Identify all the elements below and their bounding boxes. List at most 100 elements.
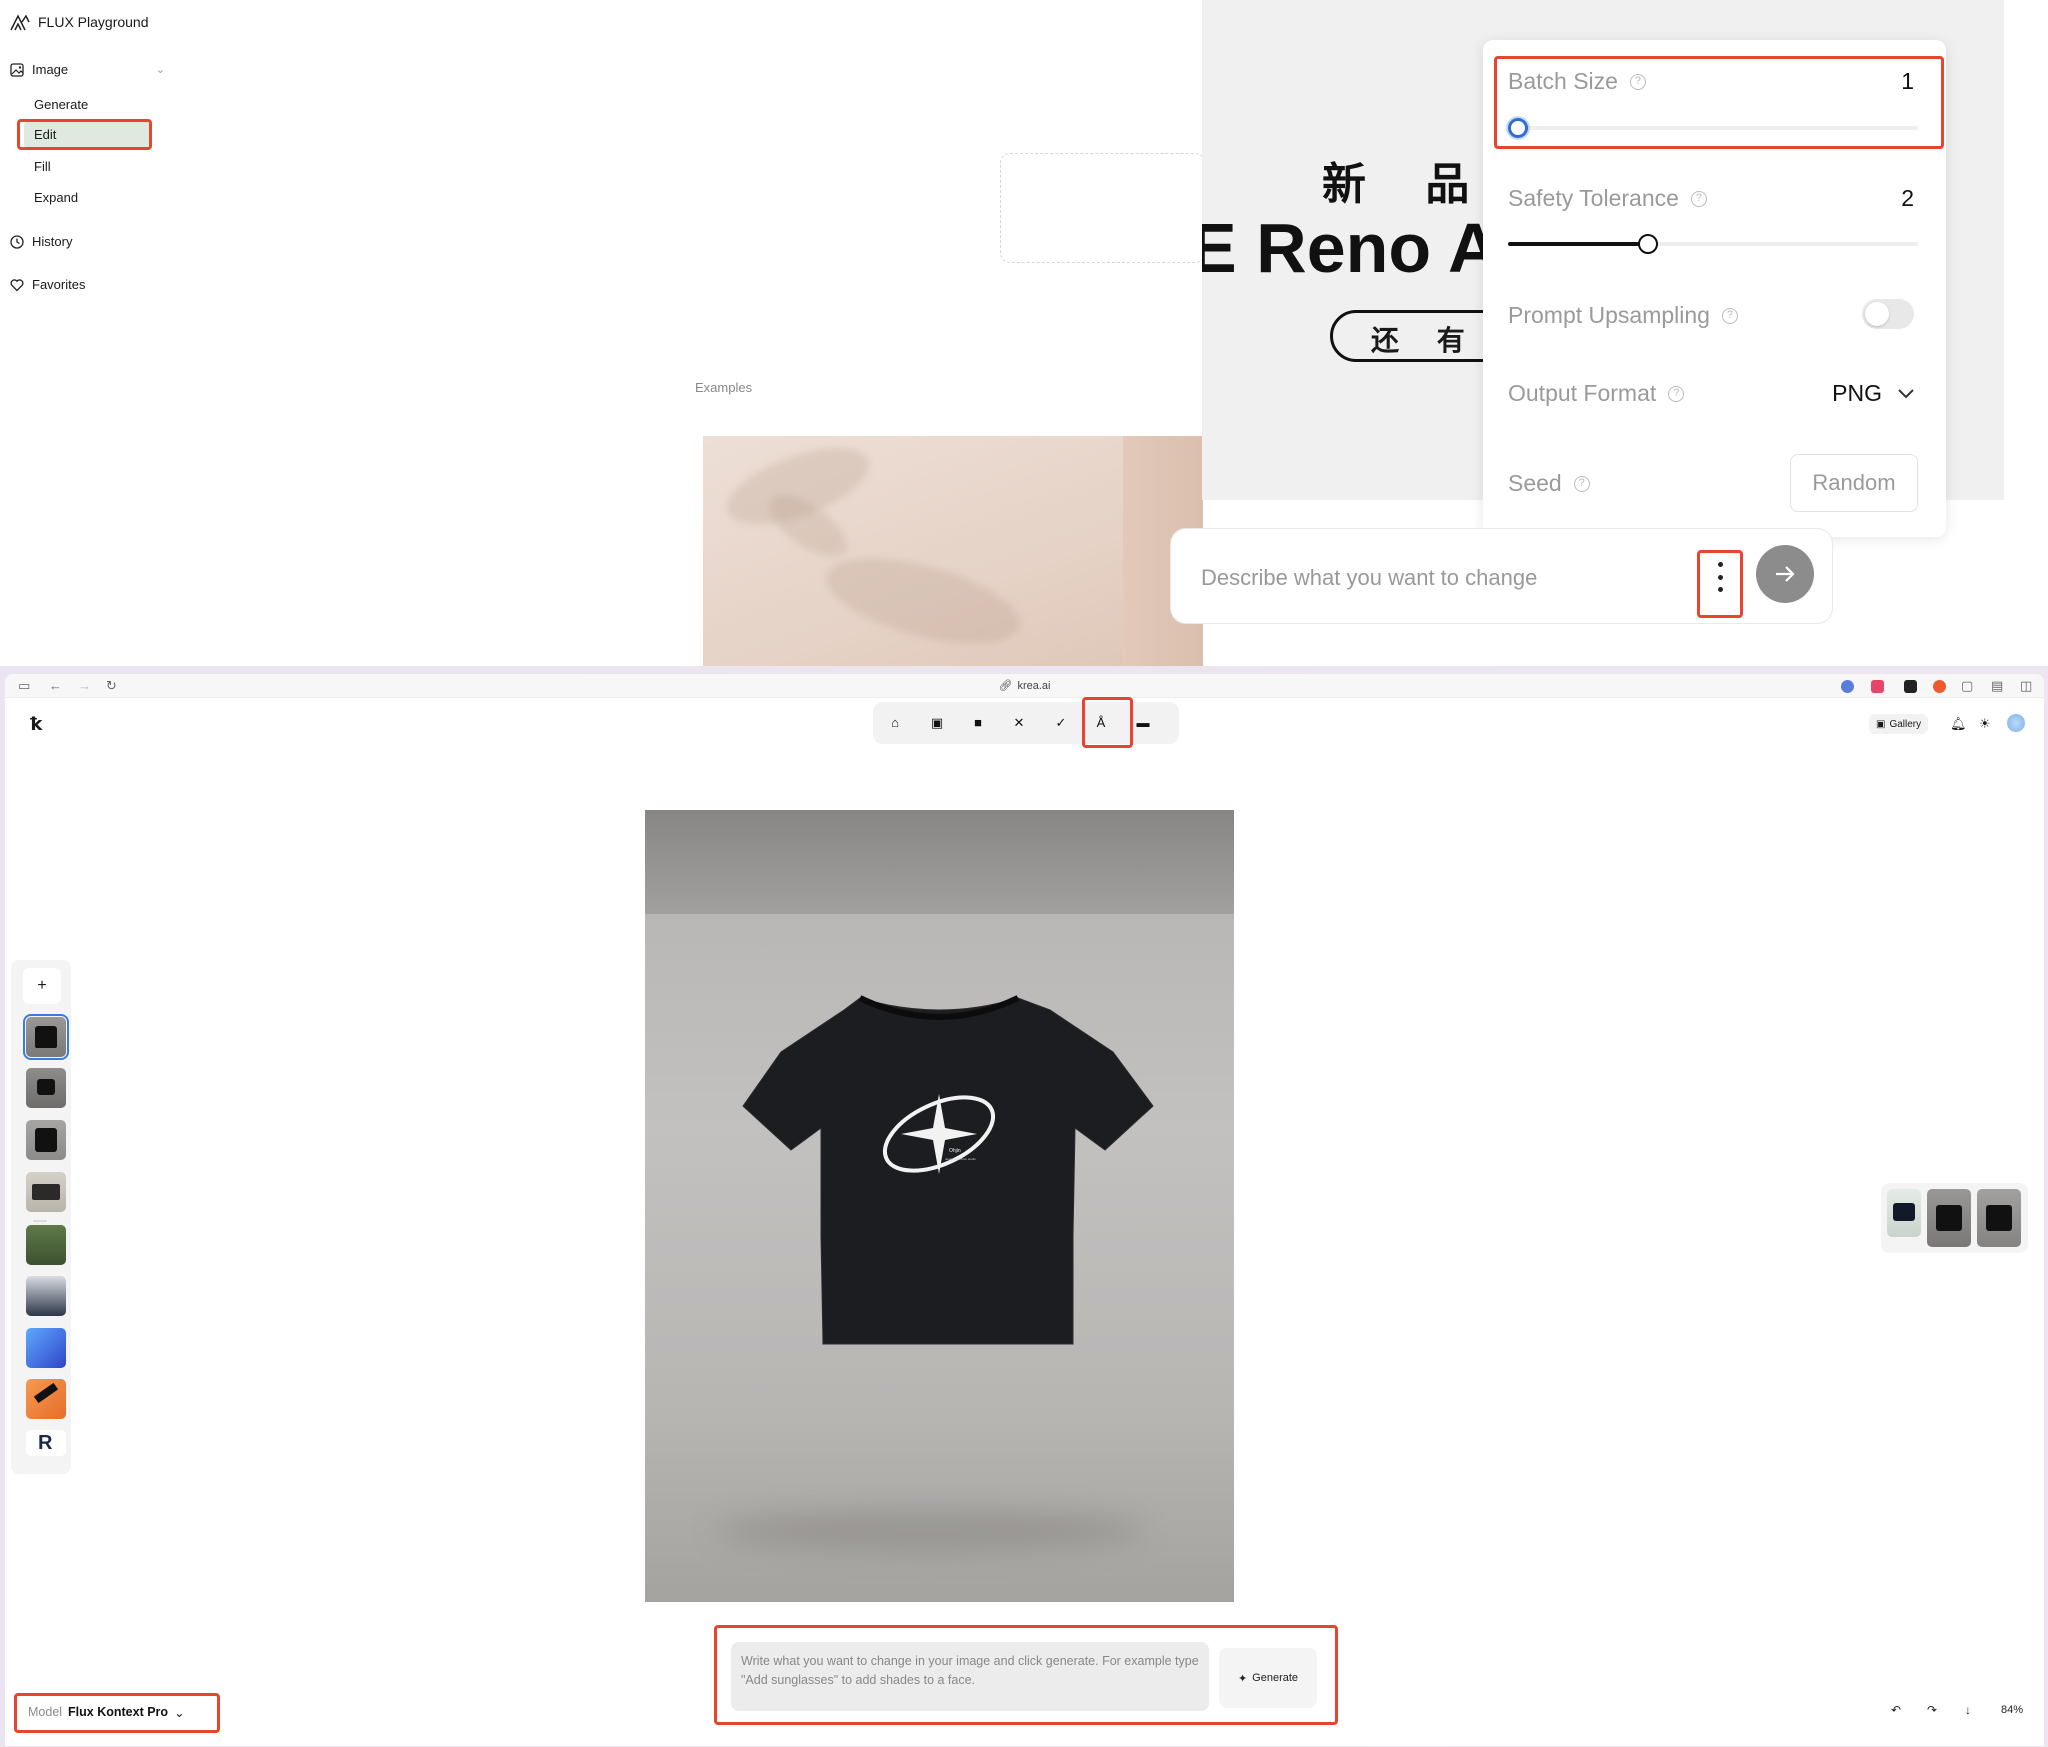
nav-image-section[interactable]: Image ⌄ <box>10 62 165 77</box>
browser-window: ▭ ← → ↻ 🔗︎ krea.ai ▢ ▤ ◫ ꝁ ⌂ ▣ ■ ✕ ✓ Å ▬… <box>5 674 2044 1746</box>
help-icon[interactable]: ? <box>1573 475 1590 492</box>
batch-size-value: 1 <box>1901 68 1914 94</box>
generate-button[interactable]: ✦ Generate <box>1219 1648 1317 1708</box>
extension-icon[interactable] <box>1841 680 1854 693</box>
extension-icon[interactable] <box>1871 680 1884 693</box>
thumbnail-item[interactable] <box>26 1225 66 1265</box>
model-selector[interactable]: Model Flux Kontext Pro ⌄ <box>18 1697 195 1727</box>
chat-icon[interactable]: ▢ <box>1961 678 1973 694</box>
extension-icon[interactable] <box>1933 680 1946 693</box>
nav-item-generate[interactable]: Generate <box>24 92 150 118</box>
help-icon[interactable]: ? <box>1629 73 1646 90</box>
home-icon[interactable]: ⌂ <box>885 713 905 733</box>
heart-icon <box>10 278 24 291</box>
settings-popover: Batch Size ? 1 Safety Tolerance ? 2 Prom… <box>1483 40 1946 537</box>
download-icon[interactable]: ↓ <box>1965 1703 1971 1717</box>
nav-item-edit[interactable]: Edit <box>24 122 150 148</box>
brand-title: FLUX Playground <box>38 14 149 30</box>
thumbnail-item[interactable]: R <box>26 1430 66 1456</box>
edit-tool-icon[interactable]: Å <box>1091 713 1111 733</box>
flux-playground-panel: FLUX Playground Image ⌄ Generate Edit Fi… <box>0 0 2048 666</box>
flux-brand[interactable]: FLUX Playground <box>10 13 149 31</box>
nav-favorites[interactable]: Favorites <box>10 277 165 292</box>
thumbnail-item[interactable] <box>26 1328 66 1368</box>
url-bar[interactable]: 🔗︎ krea.ai <box>999 679 1051 693</box>
zoom-level[interactable]: 84% <box>2001 1704 2023 1716</box>
nav-item-expand[interactable]: Expand <box>24 185 150 211</box>
brush-tool-icon[interactable]: ✓ <box>1051 713 1071 733</box>
help-icon[interactable]: ? <box>1690 190 1707 207</box>
gallery-icon: ▣ <box>1876 718 1886 730</box>
arrow-right-icon <box>1776 566 1795 582</box>
extension-icon[interactable] <box>1904 680 1917 693</box>
enhance-tool-icon[interactable]: ✕ <box>1009 713 1029 733</box>
krea-browser-panel: ▭ ← → ↻ 🔗︎ krea.ai ▢ ▤ ◫ ꝁ ⌂ ▣ ■ ✕ ✓ Å ▬… <box>0 666 2048 1747</box>
flux-prompt-box[interactable]: Describe what you want to change <box>1170 528 1833 624</box>
batch-size-slider[interactable] <box>1508 118 1918 138</box>
avatar[interactable] <box>2007 714 2025 732</box>
seed-label: Seed ? <box>1508 470 1590 497</box>
back-icon[interactable]: ← <box>49 678 62 693</box>
variation-thumbnail[interactable] <box>1927 1189 1971 1247</box>
sun-icon[interactable]: ☀ <box>1979 716 1991 732</box>
tool-switcher: ⌂ ▣ ■ ✕ ✓ Å ▬ <box>873 702 1179 744</box>
output-format-text: Output Format <box>1508 380 1657 406</box>
reader-icon[interactable]: ▤ <box>1991 678 2003 694</box>
bell-icon[interactable]: 🔔︎ <box>1950 716 1967 732</box>
thumbnail-item[interactable] <box>26 1172 66 1212</box>
slider-thumb[interactable] <box>1638 234 1658 254</box>
sidebar-toggle-icon[interactable]: ▭ <box>18 678 30 694</box>
help-icon[interactable]: ? <box>1721 307 1738 324</box>
sparkle-icon: ✦ <box>1237 1672 1248 1685</box>
send-button[interactable] <box>1756 545 1814 603</box>
upload-dropzone[interactable] <box>1000 153 1205 263</box>
nav-item-fill[interactable]: Fill <box>24 154 150 180</box>
safety-tolerance-value: 2 <box>1901 185 1914 211</box>
krea-prompt-bar: Write what you want to change in your im… <box>721 1631 1325 1721</box>
slider-thumb[interactable] <box>1508 118 1528 138</box>
output-format-label: Output Format ? <box>1508 380 1685 407</box>
folder-icon[interactable]: ▬ <box>1133 713 1153 733</box>
nav-image-label: Image <box>32 62 69 77</box>
prompt-upsampling-toggle[interactable] <box>1862 299 1914 329</box>
krea-prompt-input[interactable]: Write what you want to change in your im… <box>731 1642 1209 1711</box>
undo-icon[interactable]: ↶ <box>1891 1703 1901 1717</box>
thumbnail-item[interactable] <box>26 1120 66 1160</box>
thumbnail-item[interactable] <box>26 1379 66 1419</box>
safety-tolerance-label: Safety Tolerance ? <box>1508 185 1707 212</box>
thumbnail-item[interactable] <box>26 1276 66 1316</box>
krea-logo-icon[interactable]: ꝁ <box>30 714 42 735</box>
leaf-shadow <box>817 541 1029 661</box>
split-view-icon[interactable]: ◫ <box>2020 678 2032 694</box>
output-format-select[interactable]: PNG <box>1832 380 1914 407</box>
prompt-upsampling-text: Prompt Upsampling <box>1508 302 1710 328</box>
variation-thumbnail[interactable] <box>1887 1189 1921 1237</box>
gallery-button[interactable]: ▣ Gallery <box>1869 714 1929 734</box>
add-image-button[interactable]: + <box>23 968 61 1004</box>
forward-icon[interactable]: → <box>78 678 91 693</box>
clock-icon <box>10 234 24 249</box>
safety-tolerance-text: Safety Tolerance <box>1508 185 1679 211</box>
canvas-image[interactable]: Ohjin design collective studio <box>645 810 1234 1602</box>
help-icon[interactable]: ? <box>1668 385 1685 402</box>
nav-history[interactable]: History <box>10 234 165 249</box>
thumbnail-item[interactable] <box>23 1014 69 1060</box>
variation-thumbnail[interactable] <box>1977 1189 2021 1247</box>
nav-history-label: History <box>32 234 73 249</box>
seed-text: Seed <box>1508 470 1562 496</box>
output-format-value: PNG <box>1832 380 1882 406</box>
image-tool-icon[interactable]: ▣ <box>927 713 947 733</box>
safety-tolerance-slider[interactable] <box>1508 234 1918 254</box>
thumbnail-item[interactable] <box>26 1068 66 1108</box>
redo-icon[interactable]: ↷ <box>1927 1703 1937 1717</box>
preview-cn-pill-text: 还 有 <box>1371 324 1479 357</box>
more-options-icon[interactable] <box>1712 562 1728 592</box>
model-value: Flux Kontext Pro <box>68 1705 169 1719</box>
seed-random-button[interactable]: Random <box>1790 454 1918 512</box>
example-image[interactable] <box>703 436 1203 666</box>
history-thumbnail-strip: + R <box>11 960 71 1474</box>
batch-size-label: Batch Size ? <box>1508 68 1646 95</box>
reload-icon[interactable]: ↻ <box>106 678 117 694</box>
video-tool-icon[interactable]: ■ <box>968 713 988 733</box>
chevron-down-icon <box>1898 388 1914 398</box>
